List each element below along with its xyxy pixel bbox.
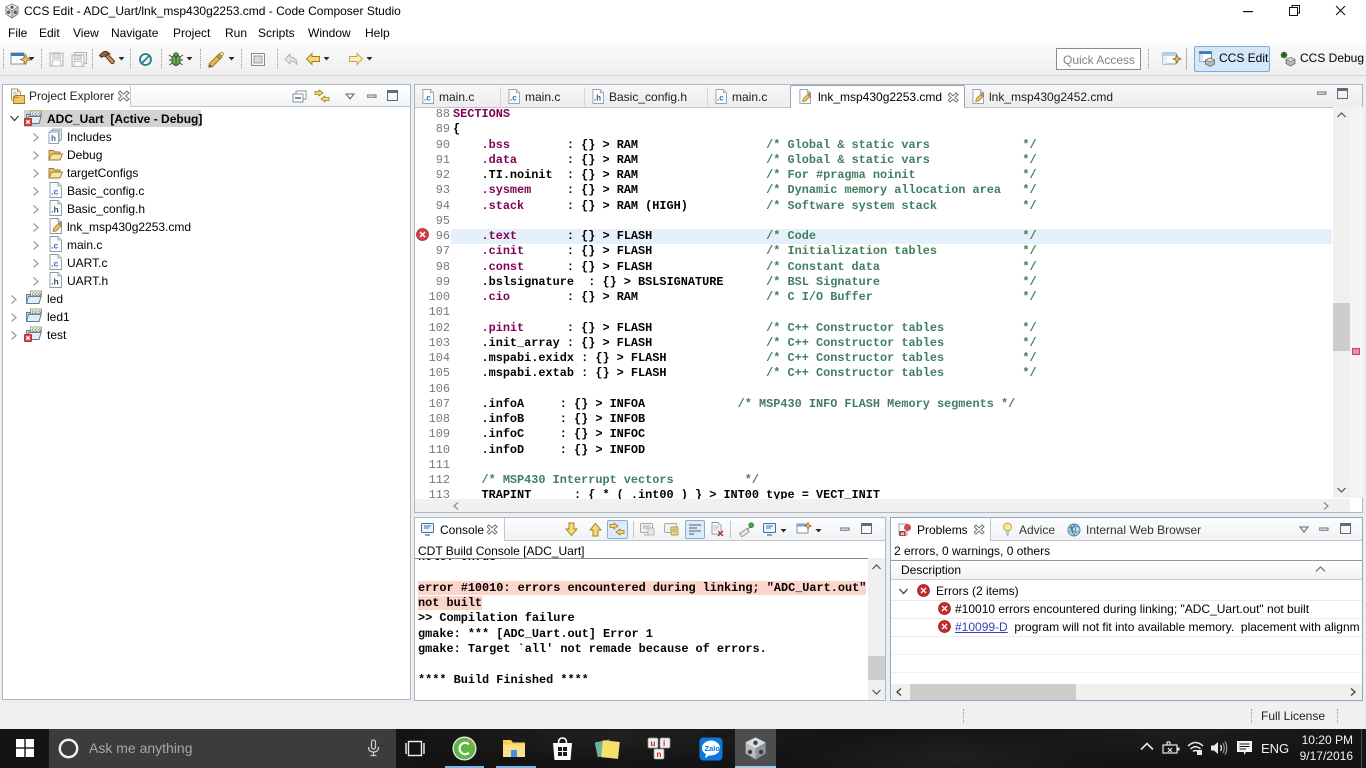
- svg-text:n: n: [657, 750, 662, 759]
- svg-text:Zalo: Zalo: [705, 744, 721, 753]
- svg-text:u: u: [651, 739, 656, 748]
- svg-text:i: i: [663, 739, 665, 748]
